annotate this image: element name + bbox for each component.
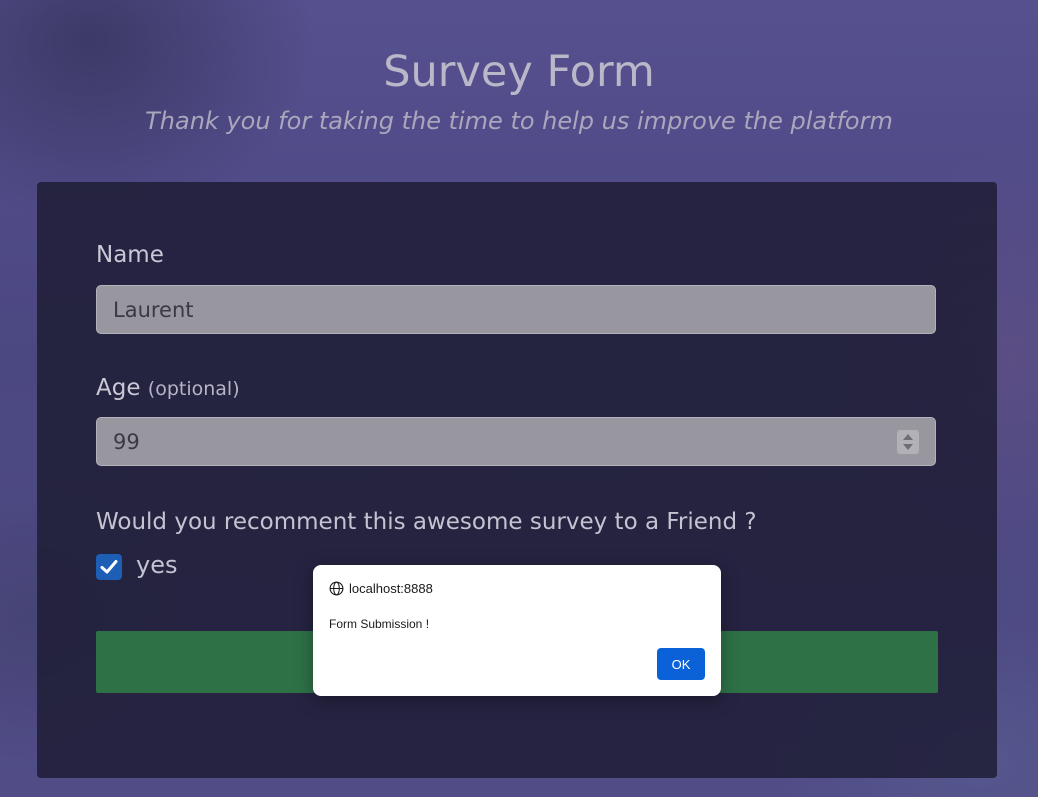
age-number-spinner[interactable] <box>897 430 919 454</box>
dialog-origin: localhost:8888 <box>329 581 433 596</box>
page-header: Survey Form Thank you for taking the tim… <box>0 44 1038 136</box>
recommend-question: Would you recomment this awesome survey … <box>96 509 757 535</box>
recommend-yes-label[interactable]: yes <box>136 551 177 579</box>
age-label-text: Age <box>96 375 141 401</box>
dialog-origin-text: localhost:8888 <box>349 581 433 596</box>
page-title: Survey Form <box>383 47 655 97</box>
ok-button[interactable]: OK <box>657 648 705 680</box>
spinner-up-icon[interactable] <box>903 434 913 440</box>
name-input[interactable]: Laurent <box>96 285 936 334</box>
age-input-value: 99 <box>113 430 140 454</box>
name-label: Name <box>96 242 164 268</box>
globe-icon <box>329 581 344 596</box>
age-optional-label: (optional) <box>147 378 240 400</box>
dialog-message: Form Submission ! <box>329 617 430 631</box>
age-input[interactable]: 99 <box>96 417 936 466</box>
alert-dialog: localhost:8888 Form Submission ! OK <box>313 565 721 696</box>
checkmark-icon <box>100 560 118 574</box>
page-subtitle: Thank you for taking the time to help us… <box>145 107 893 135</box>
age-label: Age (optional) <box>96 375 240 401</box>
name-input-value: Laurent <box>113 298 194 322</box>
recommend-yes-checkbox[interactable] <box>96 554 122 580</box>
spinner-down-icon[interactable] <box>903 444 913 450</box>
